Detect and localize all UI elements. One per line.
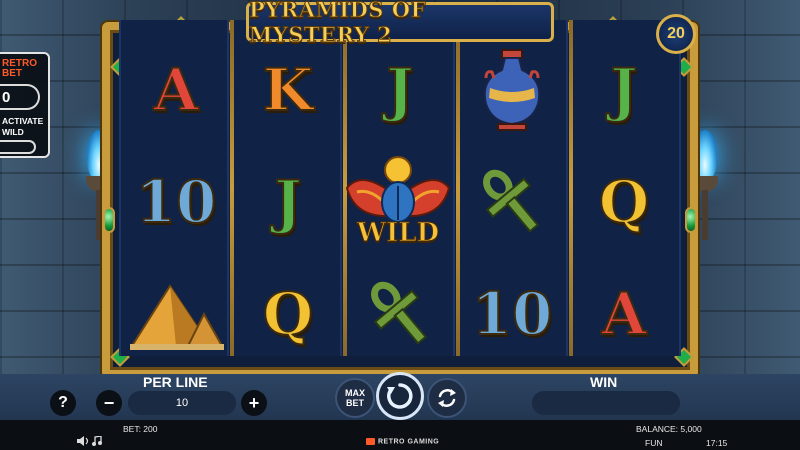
symbol-10: 10 <box>460 264 564 364</box>
wild-label: WILD <box>356 218 440 249</box>
symbol-a: A <box>124 40 228 140</box>
ankh-icon <box>371 281 428 345</box>
minus-icon: − <box>103 392 115 413</box>
retro-bet-panel[interactable]: RETRO BET 0 ACTIVATE WILD <box>0 52 50 158</box>
vase-symbol-icon <box>460 40 564 140</box>
symbol-j: J <box>572 40 676 140</box>
plus-icon: + <box>248 392 260 413</box>
spin-icon <box>387 383 413 409</box>
vase-icon <box>483 49 541 131</box>
symbol-a: A <box>572 264 676 364</box>
retro-gaming-mark-icon <box>366 438 375 445</box>
reel-divider <box>230 20 234 356</box>
spin-button[interactable] <box>376 372 424 420</box>
symbol-label: J <box>609 55 638 125</box>
symbol-label: A <box>152 55 199 125</box>
retro-gaming-logo: RETRO GAMING <box>366 438 439 445</box>
right-gem-icon <box>685 207 697 233</box>
symbol-label: 10 <box>135 167 218 237</box>
per-line-label: PER LINE <box>143 374 208 390</box>
bet-total: BET: 200 <box>123 424 158 434</box>
game-title: PYRAMIDS OF MYSTERY 2 <box>249 0 427 48</box>
autoplay-button[interactable] <box>427 378 467 418</box>
paylines-count: 20 <box>667 25 685 42</box>
wild-scarab-symbol: WILD <box>343 148 453 258</box>
symbol-label: Q <box>262 279 315 349</box>
per-line-value: 10 <box>175 397 189 409</box>
sound-icon[interactable] <box>77 436 89 446</box>
help-icon: ? <box>58 394 68 411</box>
increase-bet-button[interactable]: + <box>241 390 267 416</box>
paylines-badge: 20 <box>656 14 696 54</box>
symbol-q: Q <box>572 152 676 252</box>
symbol-j: J <box>236 152 340 252</box>
max-bet-button[interactable]: MAX BET <box>335 378 375 418</box>
symbol-10: 10 <box>124 152 228 252</box>
symbol-label: Q <box>598 167 651 237</box>
symbol-label: 10 <box>471 279 554 349</box>
retro-bet-logo: RETRO BET <box>2 58 37 79</box>
win-value-field <box>532 391 680 415</box>
retro-bet-value[interactable]: 0 <box>0 84 40 110</box>
symbol-q: Q <box>236 264 340 364</box>
music-icon[interactable] <box>92 436 102 446</box>
max-bet-label: MAX BET <box>345 388 365 408</box>
autoplay-icon <box>438 389 456 407</box>
decrease-bet-button[interactable]: − <box>96 390 122 416</box>
pyramid-icon <box>130 284 224 350</box>
symbol-label: J <box>273 167 302 237</box>
ankh-symbol-icon <box>460 152 564 252</box>
symbol-k: K <box>236 40 340 140</box>
pyramid-symbol-icon <box>124 268 228 368</box>
symbol-label: K <box>262 55 314 125</box>
status-bar: BET: 200 BALANCE: 5,000 FUN 17:15 <box>0 420 800 450</box>
left-gem-icon <box>103 207 115 233</box>
game-title-plate: PYRAMIDS OF MYSTERY 2 <box>246 0 554 48</box>
symbol-j: J <box>348 40 452 140</box>
symbol-label: J <box>385 55 414 125</box>
activate-wild-label: ACTIVATE WILD <box>2 116 44 137</box>
play-mode: FUN <box>645 438 663 448</box>
win-label: WIN <box>590 374 618 390</box>
activate-wild-toggle[interactable] <box>0 140 36 154</box>
provider-name: RETRO GAMING <box>378 438 440 446</box>
ankh-symbol-icon <box>348 264 452 364</box>
ankh-icon <box>483 169 540 233</box>
balance: BALANCE: 5,000 <box>636 424 702 434</box>
symbol-label: A <box>600 279 647 349</box>
per-line-value-field: 10 <box>128 391 236 415</box>
clock: 17:15 <box>706 438 728 448</box>
help-button[interactable]: ? <box>50 390 76 416</box>
